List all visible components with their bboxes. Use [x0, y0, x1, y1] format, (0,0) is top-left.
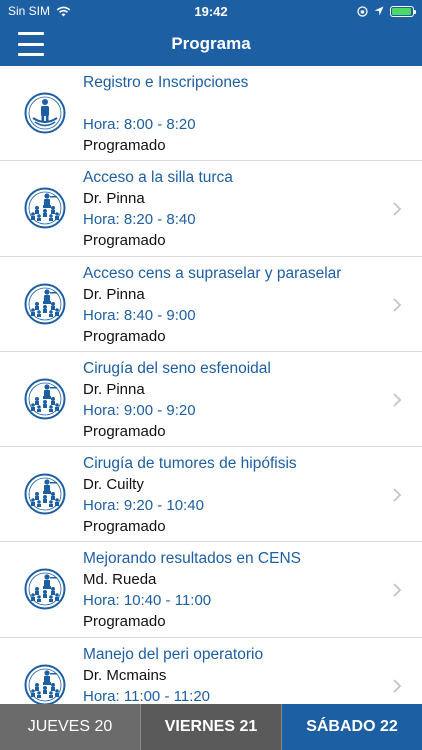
carrier-label: Sin SIM [8, 4, 51, 18]
session-time: Hora: 11:00 - 11:20 [83, 687, 211, 704]
session-text: Cirugía del seno esfenoidal Dr. Pinna Hora… [83, 358, 382, 442]
nav-bar: Programa [0, 22, 422, 66]
session-time: Hora: 10:40 - 11:00 [83, 592, 212, 610]
session-row[interactable]: Manejo del peri operatorio Dr. Mcmains Hor… [0, 638, 422, 704]
session-row[interactable]: Registro e Inscripciones Hora: 8:00 - 8:2… [0, 66, 422, 162]
session-title: Manejo del peri operatorio [83, 645, 264, 663]
day-tab[interactable]: VIERNES 21 [141, 704, 282, 750]
wifi-icon [56, 6, 71, 16]
day-tab-bar: JUEVES 20 VIERNES 21 SÁBADO 22 [0, 704, 422, 750]
session-title: Acceso a la silla turca [83, 169, 233, 187]
session-title: Registro e Inscripciones [83, 74, 249, 91]
status-bar: Sin SIM 19:42 [0, 0, 422, 22]
session-time: Hora: 9:00 - 9:20 [83, 401, 196, 419]
session-time: Hora: 8:20 - 8:40 [83, 211, 196, 229]
location-arrow-icon [374, 6, 384, 16]
session-title: Cirugía de tumores de hipófisis [83, 455, 297, 473]
lecture-icon [24, 568, 66, 610]
session-text: Cirugía de tumores de hipófisis Dr. Cuilt… [83, 453, 382, 537]
session-status: Programado [83, 518, 166, 536]
page-title: Programa [171, 34, 251, 53]
session-title: Cirugía del seno esfenoidal [83, 359, 271, 377]
status-right [357, 5, 416, 17]
session-status: Programado [83, 232, 166, 250]
hamburger-menu-icon[interactable] [18, 32, 44, 56]
session-title: Acceso cens a supraselar y paraselar [83, 264, 342, 282]
chevron-right-icon [392, 201, 402, 217]
session-text: Acceso a la silla turca Dr. Pinna Hora: 8:… [83, 167, 382, 251]
session-status: Programado [83, 327, 166, 345]
session-time: Hora: 8:00 - 8:20 [83, 116, 196, 133]
chevron-right-icon [392, 678, 402, 694]
day-tab[interactable]: SÁBADO 22 [282, 704, 422, 750]
session-time: Hora: 9:20 - 10:40 [83, 497, 204, 515]
session-row[interactable]: Cirugía de tumores de hipófisis Dr. Cuilt… [0, 447, 422, 543]
battery-level [392, 7, 411, 15]
chevron-right-icon [392, 582, 402, 598]
chevron-right-icon [392, 487, 402, 503]
session-status: Programado [83, 613, 166, 631]
session-text: Manejo del peri operatorio Dr. Mcmains Hor… [83, 644, 382, 704]
chevron-right-icon [392, 297, 402, 313]
session-speaker: Dr. Cuilty [83, 476, 144, 494]
lecture-icon [24, 283, 66, 325]
orientation-lock-icon [357, 5, 368, 17]
session-row[interactable]: Acceso cens a supraselar y paraselar Dr. … [0, 257, 422, 352]
lecture-icon [24, 187, 66, 229]
session-text: Mejorando resultados en CENS Md. Rueda Hor… [83, 548, 382, 632]
session-text: Registro e Inscripciones Hora: 8:00 - 8:2… [83, 72, 382, 156]
session-speaker: Dr. Pinna [83, 380, 145, 398]
registration-icon [24, 92, 66, 134]
session-status: Programado [83, 422, 166, 440]
lecture-icon [24, 473, 66, 515]
chevron-right-icon [392, 392, 402, 408]
day-tab[interactable]: JUEVES 20 [0, 704, 141, 750]
session-text: Acceso cens a supraselar y paraselar Dr. … [83, 263, 382, 347]
session-time: Hora: 8:40 - 9:00 [83, 306, 196, 324]
status-left: Sin SIM [8, 4, 71, 18]
session-list[interactable]: Registro e Inscripciones Hora: 8:00 - 8:2… [0, 66, 422, 704]
session-row[interactable]: Cirugía del seno esfenoidal Dr. Pinna Hora… [0, 352, 422, 448]
session-speaker: Dr. Mcmains [83, 666, 167, 684]
lecture-icon [24, 664, 66, 704]
session-status: Programado [83, 137, 166, 154]
lecture-icon [24, 378, 66, 420]
session-row[interactable]: Acceso a la silla turca Dr. Pinna Hora: 8:… [0, 161, 422, 257]
session-speaker: Dr. Pinna [83, 285, 145, 303]
session-speaker [83, 93, 382, 114]
session-row[interactable]: Mejorando resultados en CENS Md. Rueda Hor… [0, 542, 422, 638]
session-speaker: Dr. Pinna [83, 190, 145, 208]
battery-icon [390, 5, 416, 17]
session-title: Mejorando resultados en CENS [83, 550, 301, 568]
session-speaker: Md. Rueda [83, 571, 157, 589]
